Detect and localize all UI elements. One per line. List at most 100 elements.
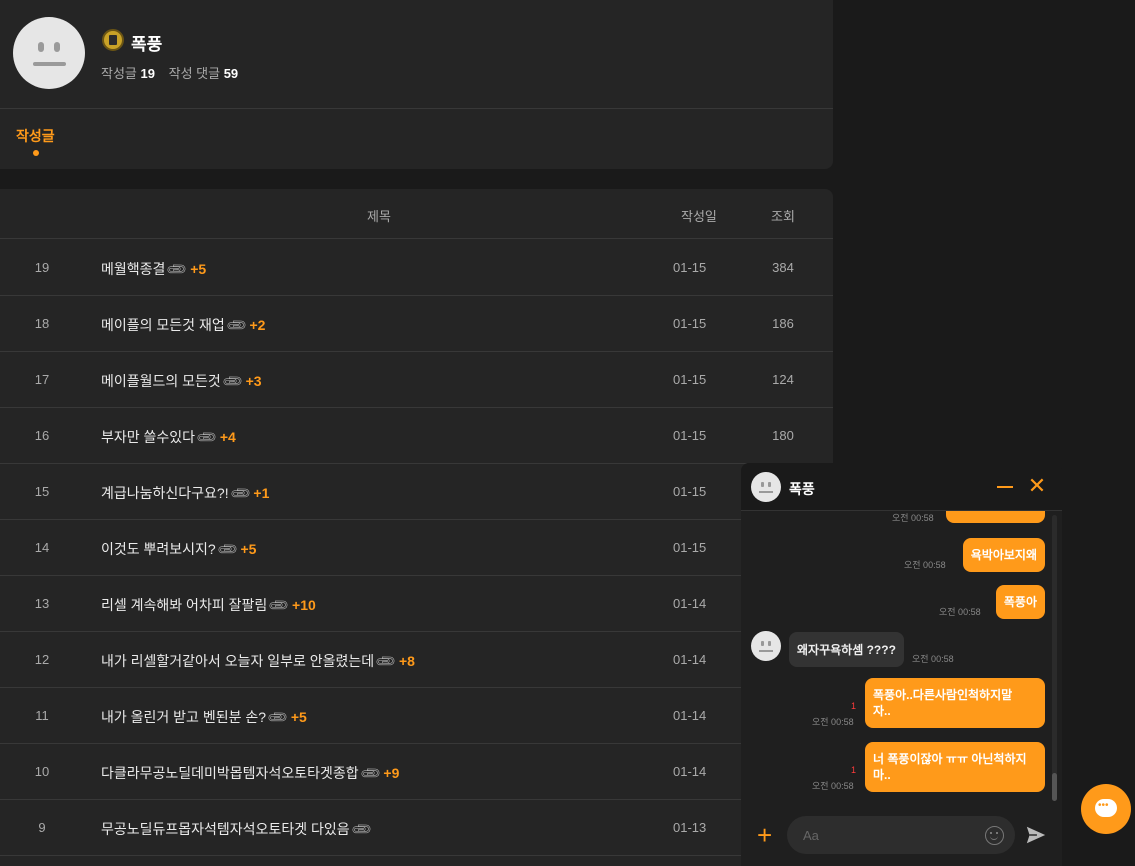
- post-title[interactable]: 계급나눔하신다구요?!: [101, 485, 229, 501]
- table-row[interactable]: 15 계급나눔하신다구요?!📎︎+1 01-15: [0, 464, 833, 520]
- table-row[interactable]: 11 내가 올린거 받고 벤된분 손?📎︎+5 01-14: [0, 688, 833, 744]
- post-number: 16: [34, 428, 50, 443]
- post-title-link[interactable]: 메이플월드의 모든것📎︎+3: [101, 369, 262, 394]
- post-title-link[interactable]: 다클라무공노딜데미박몹템자석오토타겟종합📎︎+9: [101, 761, 400, 786]
- attachment-icon: 📎︎: [349, 817, 374, 842]
- table-row[interactable]: 16 부자만 쓸수있다📎︎+4 01-15 180: [0, 408, 833, 464]
- table-row[interactable]: 14 이것도 뿌려보시지?📎︎+5 01-15: [0, 520, 833, 576]
- post-title-link[interactable]: 리셀 계속해봐 어차피 잘팔림📎︎+10: [101, 593, 316, 618]
- post-number: 9: [38, 820, 46, 835]
- comment-count: +9: [383, 765, 400, 781]
- post-views: 186: [772, 316, 794, 331]
- chat-scrollbar[interactable]: [1052, 515, 1057, 801]
- post-date: 01-15: [673, 540, 707, 555]
- profile-stats: 작성글 19 작성 댓글 59: [101, 63, 248, 82]
- tab-posts[interactable]: 작성글: [16, 126, 55, 146]
- post-number: 10: [34, 764, 50, 779]
- post-title[interactable]: 이것도 뿌려보시지?: [101, 541, 216, 557]
- post-title[interactable]: 다클라무공노딜데미박몹템자석오토타겟종합: [101, 765, 359, 781]
- divider: [0, 108, 833, 109]
- table-row[interactable]: 9 무공노딜듀프몹자석템자석오토타겟 다있음📎︎ 01-13: [0, 800, 833, 856]
- attachment-icon: 📎︎: [266, 593, 291, 618]
- post-date: 01-15: [673, 484, 707, 499]
- unread-count: 1: [851, 765, 857, 775]
- table-row[interactable]: 19 메월핵종결📎︎+5 01-15 384: [0, 240, 833, 296]
- post-title-link[interactable]: 내가 올린거 받고 벤된분 손?📎︎+5: [101, 705, 307, 729]
- profile-avatar: [13, 17, 85, 89]
- message-time: 오전 00:58: [812, 781, 854, 791]
- chat-header: 폭풍 ✕: [741, 463, 1062, 511]
- message-line: 마..: [873, 768, 891, 782]
- emoji-icon[interactable]: [985, 826, 1004, 845]
- post-views: 124: [772, 372, 794, 387]
- posts-label: 작성글: [101, 66, 137, 81]
- chat-fab-button[interactable]: [1081, 784, 1131, 834]
- table-row[interactable]: 18 메이플의 모든것 재업📎︎+2 01-15 186: [0, 296, 833, 352]
- table-row[interactable]: 17 메이플월드의 모든것📎︎+3 01-15 124: [0, 352, 833, 408]
- post-title[interactable]: 무공노딜듀프몹자석템자석오토타겟 다있음: [101, 821, 350, 837]
- comment-count: +10: [292, 597, 316, 613]
- message-input[interactable]: [787, 816, 1015, 854]
- post-date: 01-14: [673, 708, 707, 723]
- chat-window: 폭풍 ✕ 오전 00:58 욕박아보지왜 오전 00:58 폭풍아 오전 00:…: [741, 463, 1062, 866]
- post-title-link[interactable]: 무공노딜듀프몹자석템자석오토타겟 다있음📎︎: [101, 817, 374, 842]
- message-bubble-mine: [946, 511, 1045, 523]
- minimize-button[interactable]: [997, 475, 1015, 497]
- post-title[interactable]: 내가 리셀할거같아서 오늘자 일부로 안올렸는데: [101, 653, 374, 669]
- message-bubble-mine: 폭풍아: [995, 585, 1045, 619]
- message-avatar: [751, 631, 781, 661]
- post-number: 15: [34, 484, 50, 499]
- attachment-icon: 📎︎: [164, 257, 189, 282]
- post-title-link[interactable]: 내가 리셀할거같아서 오늘자 일부로 안올렸는데📎︎+8: [101, 649, 415, 673]
- message-time: 오전 00:58: [904, 560, 946, 570]
- message-line: 폭풍아..다른사람인척하지말: [873, 688, 1013, 702]
- table-row[interactable]: 12 내가 리셀할거같아서 오늘자 일부로 안올렸는데📎︎+8 01-14: [0, 632, 833, 688]
- comments-label: 작성 댓글: [168, 66, 221, 81]
- chat-partner-name: 폭풍: [789, 481, 815, 497]
- post-date: 01-14: [673, 596, 707, 611]
- post-title[interactable]: 리셀 계속해봐 어차피 잘팔림: [101, 597, 267, 613]
- scrollbar-thumb[interactable]: [1052, 773, 1057, 801]
- message-bubble-mine: 폭풍아..다른사람인척하지말 자..: [865, 678, 1045, 728]
- post-title[interactable]: 내가 올린거 받고 벤된분 손?: [101, 709, 266, 725]
- message-line: 자..: [873, 704, 891, 718]
- post-title[interactable]: 부자만 쓸수있다: [101, 429, 195, 445]
- comment-count: +5: [240, 541, 257, 557]
- message-bubble-mine: 욕박아보지왜: [962, 538, 1045, 572]
- post-title[interactable]: 메이플월드의 모든것: [101, 373, 221, 389]
- profile-nickname: 폭풍: [131, 35, 163, 54]
- table-row[interactable]: 10 다클라무공노딜데미박몹템자석오토타겟종합📎︎+9 01-14: [0, 744, 833, 800]
- message-time: 오전 00:58: [912, 654, 954, 664]
- post-date: 01-14: [673, 652, 707, 667]
- post-title[interactable]: 메월핵종결: [101, 261, 165, 277]
- table-row[interactable]: 13 리셀 계속해봐 어차피 잘팔림📎︎+10 01-14: [0, 576, 833, 632]
- posts-count: 19: [140, 66, 155, 81]
- post-title-link[interactable]: 메월핵종결📎︎+5: [101, 257, 206, 282]
- post-title-link[interactable]: 부자만 쓸수있다📎︎+4: [101, 425, 236, 450]
- attachment-icon: 📎︎: [220, 369, 245, 394]
- message-bubble-mine: 너 폭풍이잖아 ㅠㅠ 아닌척하지 마..: [865, 742, 1045, 792]
- message-bubble-other: 왜자꾸욕하셈 ????: [789, 632, 904, 667]
- post-date: 01-15: [673, 372, 707, 387]
- comment-count: +3: [245, 373, 262, 389]
- post-title-link[interactable]: 메이플의 모든것 재업📎︎+2: [101, 313, 265, 338]
- attachment-icon: 📎︎: [358, 761, 383, 786]
- post-number: 12: [34, 652, 50, 667]
- message-line: 너 폭풍이잖아 ㅠㅠ 아닌척하지: [873, 752, 1027, 766]
- attachment-icon: 📎︎: [224, 313, 249, 338]
- send-icon[interactable]: [1025, 824, 1047, 846]
- attachment-icon: 📎︎: [194, 425, 219, 450]
- post-title[interactable]: 메이플의 모든것 재업: [101, 317, 225, 333]
- message-time: 오전 00:58: [892, 513, 934, 523]
- post-title-link[interactable]: 이것도 뿌려보시지?📎︎+5: [101, 537, 257, 562]
- attach-plus-icon[interactable]: +: [757, 821, 772, 849]
- close-button[interactable]: ✕: [1027, 475, 1047, 497]
- post-number: 14: [34, 540, 50, 555]
- attachment-icon: 📎︎: [228, 481, 253, 506]
- attachment-icon: 📎︎: [215, 537, 240, 562]
- table-header: 제목 작성일 조회: [0, 189, 833, 239]
- chat-messages: 오전 00:58 욕박아보지왜 오전 00:58 폭풍아 오전 00:58 왜자…: [741, 511, 1062, 806]
- post-title-link[interactable]: 계급나눔하신다구요?!📎︎+1: [101, 481, 269, 506]
- chat-avatar: [751, 472, 781, 502]
- post-date: 01-13: [673, 820, 707, 835]
